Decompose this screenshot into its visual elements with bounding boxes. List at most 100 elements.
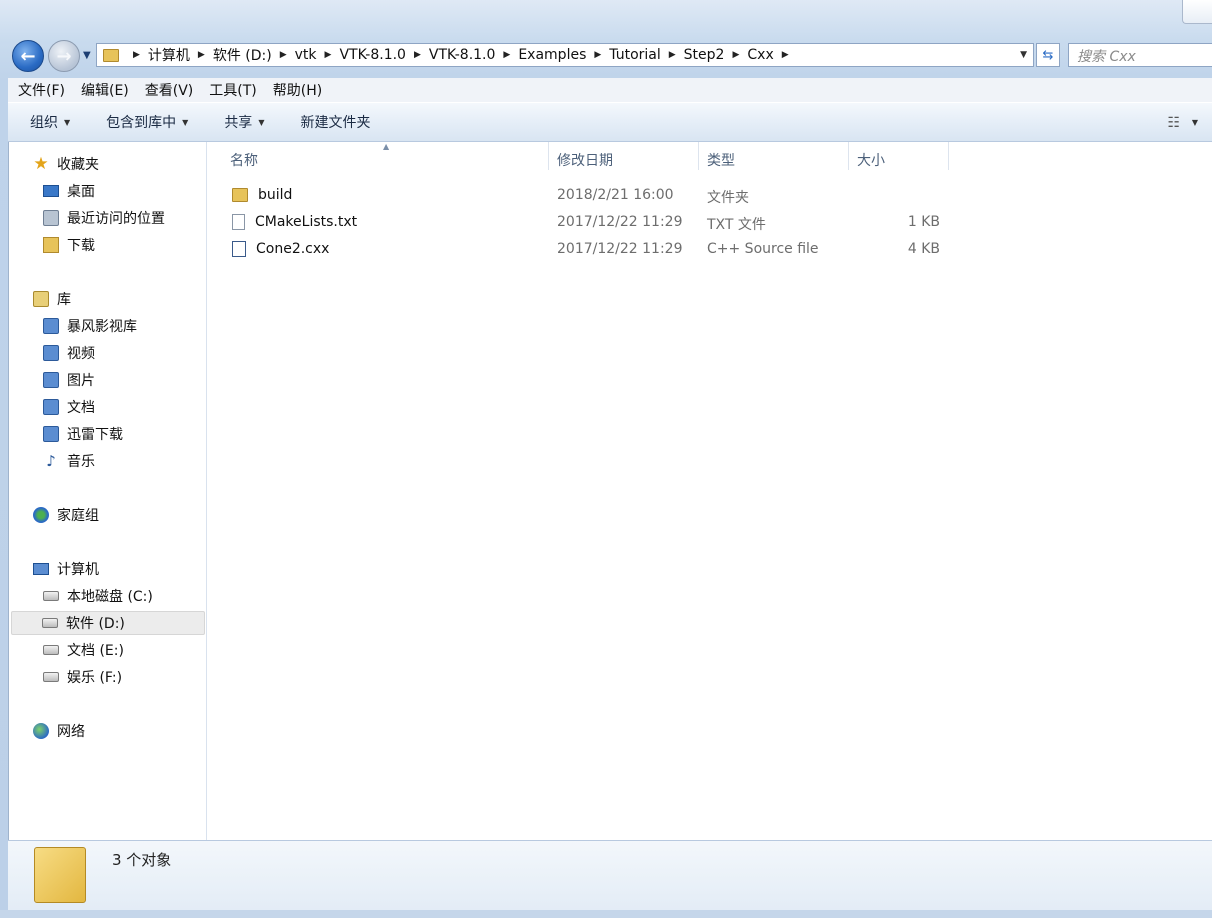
- title-bar[interactable]: [0, 0, 1212, 38]
- homegroup-icon: [33, 507, 49, 523]
- nav-item-music[interactable]: ♪ 音乐: [43, 449, 95, 473]
- new-folder-button[interactable]: 新建文件夹: [300, 112, 370, 132]
- file-name-cell: build: [232, 187, 292, 203]
- nav-item-label: 文档: [67, 400, 95, 416]
- share-button[interactable]: 共享 ▼: [224, 112, 264, 132]
- breadcrumb-vtk[interactable]: vtk: [295, 47, 317, 63]
- chevron-right-icon[interactable]: ▶: [414, 50, 421, 60]
- organize-label: 组织: [30, 115, 58, 131]
- breadcrumb-examples[interactable]: Examples: [518, 47, 586, 63]
- recent-pages-dropdown[interactable]: ▼: [83, 50, 91, 61]
- arrow-right-icon: →: [56, 45, 72, 67]
- nav-computer[interactable]: 计算机: [33, 557, 99, 581]
- breadcrumb-step2[interactable]: Step2: [684, 47, 725, 63]
- chevron-down-icon: ▼: [182, 117, 189, 127]
- menu-view[interactable]: 查看(V): [139, 80, 200, 100]
- nav-item-pictures[interactable]: 图片: [43, 368, 95, 392]
- nav-item-desktop[interactable]: 桌面: [43, 179, 95, 203]
- documents-library-icon: [43, 399, 59, 415]
- chevron-right-icon[interactable]: ▶: [133, 50, 140, 60]
- nav-computer-label: 计算机: [57, 562, 99, 578]
- file-name-cell: CMakeLists.txt: [232, 214, 357, 230]
- breadcrumb-computer[interactable]: 计算机: [148, 45, 190, 65]
- nav-item-recent-places[interactable]: 最近访问的位置: [43, 206, 165, 230]
- include-in-library-button[interactable]: 包含到库中 ▼: [106, 112, 188, 132]
- breadcrumb-tutorial[interactable]: Tutorial: [609, 47, 660, 63]
- music-note-icon: ♪: [46, 452, 56, 470]
- downloads-folder-icon: [43, 237, 59, 253]
- library-icon: [43, 426, 59, 442]
- chevron-right-icon[interactable]: ▶: [782, 50, 789, 60]
- include-library-label: 包含到库中: [106, 115, 177, 131]
- table-row[interactable]: Cone2.cxx 2017/12/22 11:29 C++ Source fi…: [208, 237, 948, 264]
- file-size: 1 KB: [907, 214, 940, 230]
- file-type: TXT 文件: [707, 217, 766, 233]
- nav-item-baofeng-library[interactable]: 暴风影视库: [43, 314, 137, 338]
- chevron-right-icon[interactable]: ▶: [732, 50, 739, 60]
- computer-icon: [33, 563, 49, 575]
- nav-item-drive-e[interactable]: 文档 (E:): [43, 638, 124, 662]
- file-name-cell: Cone2.cxx: [232, 241, 329, 257]
- column-header-size[interactable]: 大小: [835, 142, 945, 174]
- folder-icon: [103, 48, 119, 62]
- forward-button[interactable]: →: [48, 40, 80, 72]
- cxx-file-icon: [232, 241, 246, 257]
- chevron-right-icon[interactable]: ▶: [325, 50, 332, 60]
- library-icon: [33, 291, 49, 307]
- refresh-button[interactable]: ⇆: [1036, 43, 1060, 67]
- nav-libraries[interactable]: 库: [33, 287, 71, 311]
- back-button[interactable]: ←: [12, 40, 44, 72]
- nav-item-videos[interactable]: 视频: [43, 341, 95, 365]
- chevron-right-icon[interactable]: ▶: [503, 50, 510, 60]
- breadcrumb-vtk-810-inner[interactable]: VTK-8.1.0: [429, 47, 496, 63]
- nav-item-xunlei-downloads[interactable]: 迅雷下载: [43, 422, 123, 446]
- arrow-left-icon: ←: [20, 45, 36, 67]
- menu-help[interactable]: 帮助(H): [267, 80, 328, 100]
- address-bar[interactable]: ▶ 计算机 ▶ 软件 (D:) ▶ vtk ▶ VTK-8.1.0 ▶ VTK-…: [96, 43, 1034, 67]
- drive-icon: [43, 645, 59, 655]
- nav-item-drive-c[interactable]: 本地磁盘 (C:): [43, 584, 153, 608]
- file-date: 2017/12/22 11:29: [557, 241, 683, 257]
- menu-edit[interactable]: 编辑(E): [75, 80, 135, 100]
- video-library-icon: [43, 345, 59, 361]
- chevron-right-icon[interactable]: ▶: [280, 50, 287, 60]
- table-row[interactable]: CMakeLists.txt 2017/12/22 11:29 TXT 文件 1…: [208, 210, 948, 237]
- menu-tools[interactable]: 工具(T): [203, 80, 262, 100]
- address-history-dropdown[interactable]: ▼: [1020, 50, 1027, 60]
- chevron-down-icon[interactable]: ▼: [1192, 118, 1198, 127]
- column-header-type[interactable]: 类型: [685, 142, 835, 174]
- chevron-right-icon[interactable]: ▶: [669, 50, 676, 60]
- file-name: CMakeLists.txt: [255, 214, 358, 230]
- view-options-icon[interactable]: ☷: [1167, 115, 1180, 131]
- nav-item-label: 最近访问的位置: [67, 211, 165, 227]
- nav-item-drive-d[interactable]: 软件 (D:): [11, 611, 205, 635]
- nav-favorites[interactable]: ★ 收藏夹: [33, 152, 99, 176]
- close-button-edge[interactable]: [1182, 0, 1212, 24]
- nav-item-drive-f[interactable]: 娱乐 (F:): [43, 665, 122, 689]
- breadcrumb-cxx[interactable]: Cxx: [747, 47, 773, 63]
- column-header-date[interactable]: 修改日期: [535, 142, 685, 174]
- nav-item-documents[interactable]: 文档: [43, 395, 95, 419]
- nav-item-downloads[interactable]: 下载: [43, 233, 95, 257]
- column-divider[interactable]: [948, 142, 949, 170]
- nav-item-label: 视频: [67, 346, 95, 362]
- nav-item-label: 本地磁盘 (C:): [67, 589, 153, 605]
- organize-button[interactable]: 组织 ▼: [30, 112, 70, 132]
- nav-network[interactable]: 网络: [33, 719, 85, 743]
- folder-icon: [34, 847, 86, 903]
- column-header-name[interactable]: 名称: [208, 142, 548, 174]
- nav-item-label: 暴风影视库: [67, 319, 137, 335]
- desktop-icon: [43, 185, 59, 197]
- library-icon: [43, 318, 59, 334]
- drive-icon: [42, 618, 58, 628]
- search-input[interactable]: 搜索 Cxx: [1068, 43, 1212, 67]
- chevron-right-icon[interactable]: ▶: [594, 50, 601, 60]
- table-row[interactable]: build 2018/2/21 16:00 文件夹: [208, 183, 948, 210]
- nav-homegroup[interactable]: 家庭组: [33, 503, 99, 527]
- item-count: 3 个对象: [112, 851, 172, 869]
- breadcrumb-drive-d[interactable]: 软件 (D:): [213, 45, 272, 65]
- file-date: 2018/2/21 16:00: [557, 187, 674, 203]
- menu-file[interactable]: 文件(F): [12, 80, 71, 100]
- chevron-right-icon[interactable]: ▶: [198, 50, 205, 60]
- breadcrumb-vtk-810[interactable]: VTK-8.1.0: [339, 47, 406, 63]
